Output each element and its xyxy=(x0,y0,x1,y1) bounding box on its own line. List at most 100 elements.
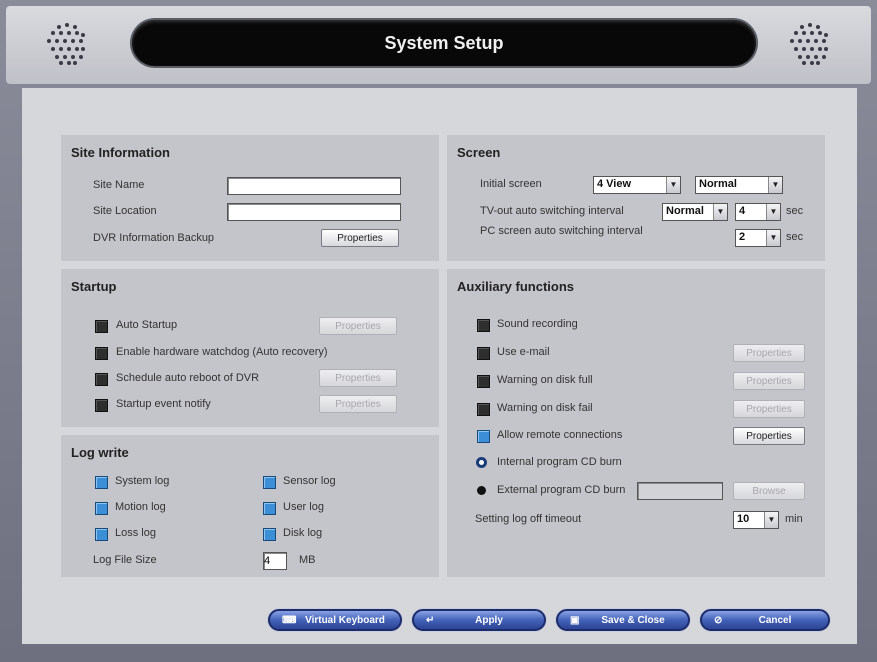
pc-interval-select[interactable]: 2 ▼ xyxy=(735,229,781,247)
apply-label: Apply xyxy=(475,615,503,626)
browse-button[interactable]: Browse xyxy=(733,482,805,500)
site-name-label: Site Name xyxy=(93,179,145,191)
disk-log-checkbox[interactable] xyxy=(263,528,276,541)
tvout-interval-value: 4 xyxy=(739,205,746,217)
loss-log-checkbox[interactable] xyxy=(95,528,108,541)
external-cd-label: External program CD burn xyxy=(497,484,626,496)
use-email-label: Use e-mail xyxy=(497,346,550,358)
tvout-label: TV-out auto switching interval xyxy=(480,205,624,217)
loss-log-label: Loss log xyxy=(115,527,156,539)
speaker-grille-icon xyxy=(790,23,828,65)
chevron-down-icon: ▼ xyxy=(713,204,727,220)
auto-reboot-checkbox[interactable] xyxy=(95,373,108,386)
screen-panel: Screen Initial screen 4 View ▼ Normal ▼ … xyxy=(447,135,825,261)
logoff-timeout-select[interactable]: 10 ▼ xyxy=(733,511,779,529)
save-icon: ▣ xyxy=(570,615,580,626)
remote-connections-label: Allow remote connections xyxy=(497,429,623,441)
internal-cd-radio[interactable] xyxy=(476,457,487,468)
log-file-size-label: Log File Size xyxy=(93,554,157,566)
system-log-label: System log xyxy=(115,475,170,487)
remote-connections-checkbox[interactable] xyxy=(477,430,490,443)
sound-recording-label: Sound recording xyxy=(497,318,578,330)
chevron-down-icon: ▼ xyxy=(766,230,780,246)
site-name-input[interactable] xyxy=(227,177,401,195)
disk-full-checkbox[interactable] xyxy=(477,375,490,388)
tvout-sec-label: sec xyxy=(786,205,804,217)
pc-sec-label: sec xyxy=(786,231,804,243)
backup-properties-button[interactable]: Properties xyxy=(321,229,399,247)
watchdog-label: Enable hardware watchdog (Auto recovery) xyxy=(116,346,328,358)
speaker-grille-icon xyxy=(47,23,85,65)
disk-fail-label: Warning on disk fail xyxy=(497,402,593,414)
initial-mode-value: Normal xyxy=(699,178,737,190)
tvout-mode-select[interactable]: Normal ▼ xyxy=(662,203,728,221)
cancel-circle-icon: ⊘ xyxy=(714,615,723,626)
sensor-log-checkbox[interactable] xyxy=(263,476,276,489)
log-write-panel: Log write System log Sensor log Motion l… xyxy=(61,435,439,577)
startup-panel: Startup Auto Startup Properties Enable h… xyxy=(61,269,439,427)
auto-startup-properties-button[interactable]: Properties xyxy=(319,317,397,335)
apply-button[interactable]: ↵ Apply xyxy=(412,609,546,631)
window-frame: System Setup Site Information Site Name … xyxy=(0,0,877,662)
disk-full-properties-button[interactable]: Properties xyxy=(733,372,805,390)
email-properties-button[interactable]: Properties xyxy=(733,344,805,362)
screen-title: Screen xyxy=(457,145,501,160)
disk-fail-checkbox[interactable] xyxy=(477,403,490,416)
logoff-min-label: min xyxy=(785,513,803,525)
header: System Setup xyxy=(6,6,871,84)
disk-fail-properties-button[interactable]: Properties xyxy=(733,400,805,418)
cancel-label: Cancel xyxy=(758,615,792,626)
sensor-log-label: Sensor log xyxy=(283,475,336,487)
main-content: Site Information Site Name Site Location… xyxy=(22,88,857,644)
virtual-keyboard-label: Virtual Keyboard xyxy=(305,615,385,626)
initial-screen-label: Initial screen xyxy=(480,178,542,190)
log-file-size-input[interactable] xyxy=(263,552,287,570)
system-log-checkbox[interactable] xyxy=(95,476,108,489)
log-write-title: Log write xyxy=(71,445,129,460)
logoff-timeout-label: Setting log off timeout xyxy=(475,513,582,525)
user-log-checkbox[interactable] xyxy=(263,502,276,515)
event-notify-properties-button[interactable]: Properties xyxy=(319,395,397,413)
chevron-down-icon: ▼ xyxy=(766,204,780,220)
auto-startup-checkbox[interactable] xyxy=(95,320,108,333)
external-cd-radio[interactable] xyxy=(477,486,486,495)
enter-arrow-icon: ↵ xyxy=(426,615,435,626)
chevron-down-icon: ▼ xyxy=(768,177,782,193)
site-information-title: Site Information xyxy=(71,145,170,160)
initial-mode-select[interactable]: Normal ▼ xyxy=(695,176,783,194)
motion-log-label: Motion log xyxy=(115,501,166,513)
cancel-button[interactable]: ⊘ Cancel xyxy=(700,609,830,631)
initial-view-select[interactable]: 4 View ▼ xyxy=(593,176,681,194)
logoff-timeout-value: 10 xyxy=(737,513,750,525)
save-close-button[interactable]: ▣ Save & Close xyxy=(556,609,690,631)
keyboard-icon: ⌨ xyxy=(282,615,297,626)
site-location-label: Site Location xyxy=(93,205,157,217)
disk-log-label: Disk log xyxy=(283,527,323,539)
virtual-keyboard-button[interactable]: ⌨ Virtual Keyboard xyxy=(268,609,402,631)
use-email-checkbox[interactable] xyxy=(477,347,490,360)
motion-log-checkbox[interactable] xyxy=(95,502,108,515)
user-log-label: User log xyxy=(283,501,324,513)
auxiliary-panel: Auxiliary functions Sound recording Use … xyxy=(447,269,825,577)
external-cd-path-input[interactable] xyxy=(637,482,723,500)
save-close-label: Save & Close xyxy=(601,615,665,626)
initial-view-value: 4 View xyxy=(597,178,632,190)
pc-interval-value: 2 xyxy=(739,231,746,243)
auto-reboot-properties-button[interactable]: Properties xyxy=(319,369,397,387)
tvout-mode-value: Normal xyxy=(666,205,704,217)
auto-reboot-label: Schedule auto reboot of DVR xyxy=(116,372,260,384)
internal-cd-label: Internal program CD burn xyxy=(497,456,622,468)
remote-properties-button[interactable]: Properties xyxy=(733,427,805,445)
site-information-panel: Site Information Site Name Site Location… xyxy=(61,135,439,261)
site-location-input[interactable] xyxy=(227,203,401,221)
tvout-interval-select[interactable]: 4 ▼ xyxy=(735,203,781,221)
chevron-down-icon: ▼ xyxy=(764,512,778,528)
disk-full-label: Warning on disk full xyxy=(497,374,593,386)
event-notify-checkbox[interactable] xyxy=(95,399,108,412)
event-notify-label: Startup event notify xyxy=(116,398,211,410)
sound-recording-checkbox[interactable] xyxy=(477,319,490,332)
auxiliary-title: Auxiliary functions xyxy=(457,279,575,294)
auto-startup-label: Auto Startup xyxy=(116,319,178,331)
log-file-size-unit: MB xyxy=(299,554,316,566)
watchdog-checkbox[interactable] xyxy=(95,347,108,360)
